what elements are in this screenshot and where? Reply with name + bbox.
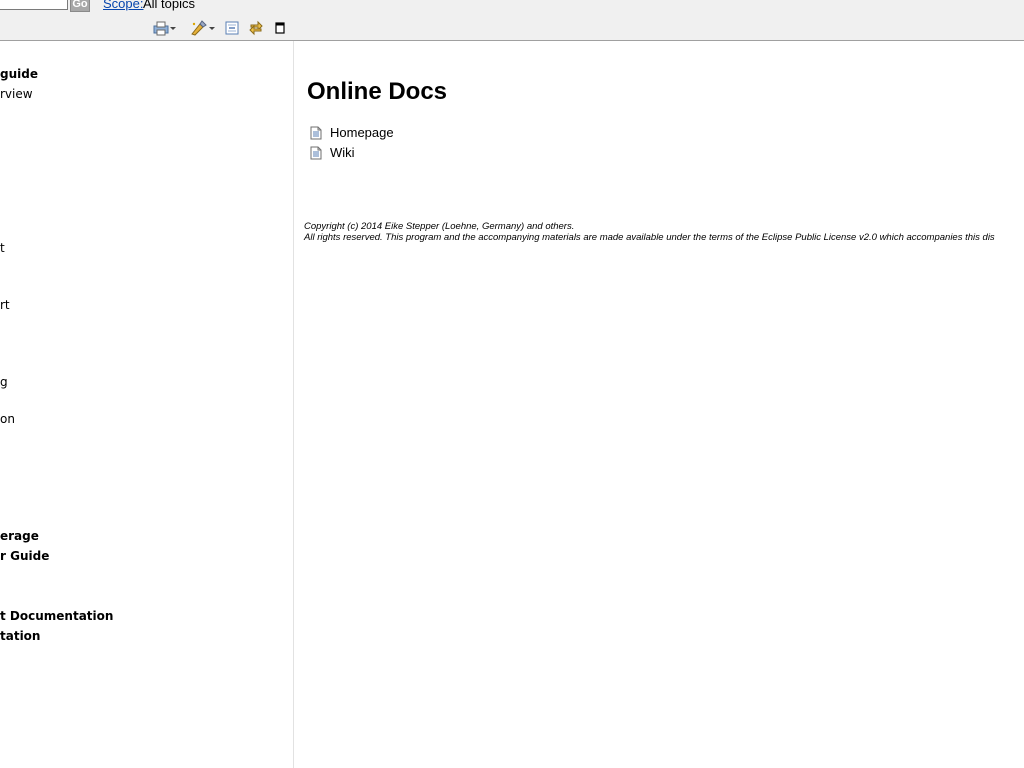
tree-item[interactable]: g (0, 375, 8, 389)
link-with-contents-button[interactable] (248, 19, 264, 37)
chevron-down-icon (170, 27, 176, 30)
homepage-link-label[interactable]: Homepage (330, 125, 394, 140)
wiki-link[interactable]: Wiki (310, 145, 355, 160)
tree-item[interactable]: rt (0, 298, 10, 312)
search-input[interactable] (0, 0, 68, 10)
link-with-contents-icon (249, 20, 263, 36)
tree-item[interactable]: t Documentation (0, 609, 113, 623)
tree-item[interactable]: erage (0, 529, 39, 543)
document-icon (310, 126, 322, 139)
help-toolbar: Go Scope: All topics (0, 0, 1024, 41)
scope-value: All topics (143, 0, 196, 11)
tree-item[interactable]: on (0, 412, 15, 426)
tree-item[interactable]: rview (0, 87, 33, 101)
highlight-button[interactable] (190, 19, 216, 37)
content-pane: Online Docs Homepage Wiki Copyright (c) … (294, 41, 1024, 768)
maximize-button[interactable] (275, 19, 285, 37)
scope-link[interactable]: Scope: (103, 0, 143, 11)
document-icon (310, 146, 322, 159)
print-icon (153, 21, 169, 36)
collapse-all-button[interactable] (225, 19, 240, 37)
print-button[interactable] (153, 19, 177, 37)
tree-item[interactable]: tation (0, 629, 40, 643)
copyright-notice: Copyright (c) 2014 Eike Stepper (Loehne,… (304, 221, 995, 243)
tree-item[interactable]: guide (0, 67, 38, 81)
homepage-link[interactable]: Homepage (310, 125, 394, 140)
page-title: Online Docs (307, 78, 448, 105)
license-line: All rights reserved. This program and th… (304, 232, 995, 243)
contents-tree: guide rview t rt g on erage r Guide t Do… (0, 41, 294, 768)
go-button[interactable]: Go (70, 0, 90, 12)
wiki-link-label[interactable]: Wiki (330, 145, 355, 160)
copyright-line: Copyright (c) 2014 Eike Stepper (Loehne,… (304, 221, 575, 232)
chevron-down-icon (209, 27, 215, 30)
tree-item[interactable]: r Guide (0, 549, 49, 563)
tree-item[interactable]: t (0, 241, 5, 255)
collapse-all-icon (225, 21, 239, 34)
highlight-icon (191, 20, 207, 36)
maximize-icon (275, 22, 285, 34)
